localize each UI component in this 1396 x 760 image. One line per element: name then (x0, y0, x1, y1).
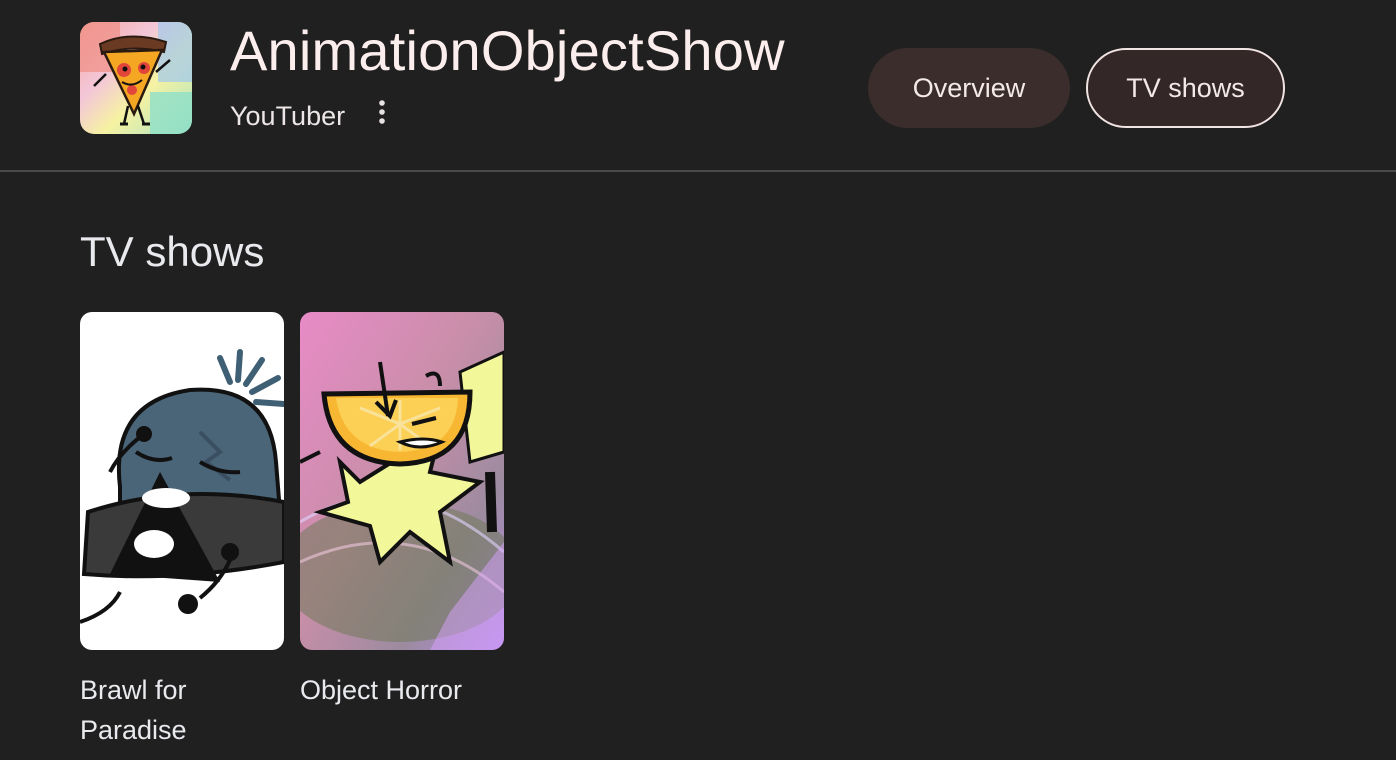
entity-header: AnimationObjectShow YouTuber Overview TV… (0, 0, 1396, 170)
more-options-button[interactable] (368, 96, 396, 130)
section-title: TV shows (80, 228, 265, 275)
tv-show-thumbnail (80, 312, 284, 650)
header-divider (0, 170, 1396, 172)
entity-type-label: YouTuber (230, 101, 346, 131)
pizza-character-avatar (80, 22, 192, 134)
tab-overview[interactable]: Overview (868, 48, 1070, 128)
more-vert-icon (379, 100, 385, 124)
tv-show-title[interactable]: Object Horror (300, 670, 504, 710)
channel-avatar[interactable] (80, 22, 192, 134)
tv-show-card-brawl-for-paradise[interactable]: Brawl for Paradise (80, 312, 284, 750)
tab-tv-shows[interactable]: TV shows (1086, 48, 1285, 128)
tv-show-card-object-horror[interactable]: Object Horror (300, 312, 504, 710)
lemon-character-thumbnail (300, 312, 504, 650)
tv-show-title[interactable]: Brawl for Paradise (80, 670, 230, 750)
beanie-character-thumbnail (80, 312, 284, 650)
page-title: AnimationObjectShow (230, 19, 785, 82)
tv-show-thumbnail (300, 312, 504, 650)
